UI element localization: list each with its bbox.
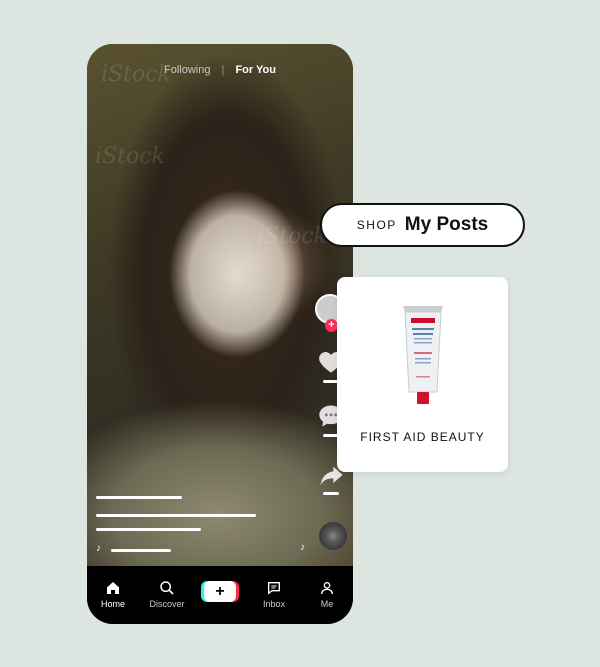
nav-me-label: Me: [320, 599, 334, 609]
create-plus-button[interactable]: +: [204, 581, 236, 602]
inbox-icon: [268, 582, 280, 595]
tab-for-you[interactable]: For You: [235, 64, 276, 76]
caption-placeholder: [96, 514, 256, 517]
bottom-nav: Home Discover + Inbox Me: [87, 566, 353, 624]
home-icon: [107, 582, 119, 594]
music-note-icon: ♪: [300, 542, 305, 553]
nav-inbox[interactable]: Inbox: [250, 580, 298, 609]
video-feed-image[interactable]: [87, 44, 353, 566]
music-disc-icon[interactable]: [319, 522, 347, 550]
watermark: iStock: [95, 144, 165, 169]
caption-placeholder: [96, 528, 201, 531]
share-count-bar: [323, 492, 339, 495]
nav-inbox-label: Inbox: [262, 599, 286, 609]
shop-title: My Posts: [404, 214, 489, 235]
username-placeholder[interactable]: [96, 496, 182, 499]
profile-icon: [321, 582, 333, 595]
product-card[interactable]: FIRST AID BEAUTY: [337, 277, 508, 472]
feed-tabs: Following | For You: [87, 64, 353, 76]
search-icon: [160, 581, 174, 595]
nav-discover-label: Discover: [149, 599, 185, 609]
shop-label: SHOP: [356, 218, 397, 232]
nav-discover[interactable]: Discover: [143, 580, 191, 609]
nav-me[interactable]: Me: [303, 580, 351, 609]
nav-home[interactable]: Home: [89, 580, 137, 609]
tab-divider: |: [221, 64, 225, 76]
phone-frame: iStock iStock iStock Following | For You…: [87, 44, 353, 624]
nav-home-label: Home: [100, 599, 125, 609]
cream-tube-icon: [403, 306, 443, 404]
watermark: iStock: [257, 224, 327, 249]
product-brand: FIRST AID BEAUTY: [360, 430, 485, 444]
sound-title-placeholder[interactable]: [111, 549, 171, 552]
tab-following[interactable]: Following: [164, 64, 210, 76]
shop-my-posts-button[interactable]: SHOP My Posts: [320, 203, 525, 247]
music-note-icon: ♪: [96, 543, 101, 554]
